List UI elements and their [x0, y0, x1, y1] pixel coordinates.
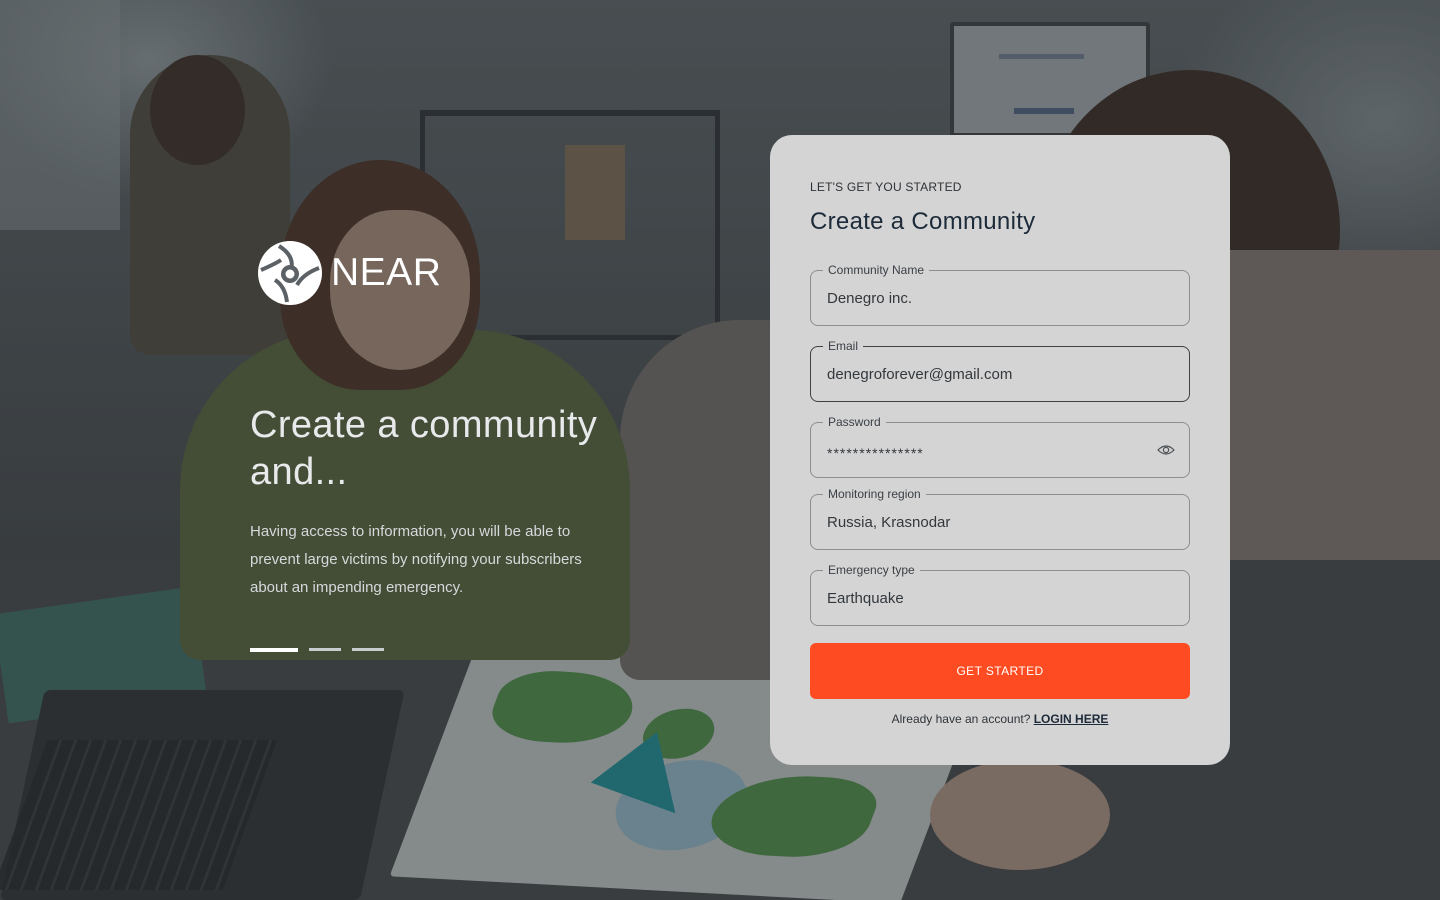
slide-dot-1[interactable] [250, 647, 298, 652]
community-name-label: Community Name [823, 262, 930, 278]
near-aperture-logo-icon [258, 241, 322, 305]
monitoring-region-value[interactable]: Russia, Krasnodar [827, 513, 950, 533]
community-name-value[interactable]: Denegro inc. [827, 289, 912, 309]
password-value[interactable]: *************** [827, 443, 924, 463]
email-field[interactable]: Email denegroforever@gmail.com [810, 338, 1190, 402]
email-value[interactable]: denegroforever@gmail.com [827, 365, 1012, 385]
login-link[interactable]: LOGIN HERE [1034, 712, 1109, 726]
signup-card: LET'S GET YOU STARTED Create a Community… [770, 135, 1230, 765]
community-name-field[interactable]: Community Name Denegro inc. [810, 262, 1190, 326]
hero-title: Create a community and... [250, 404, 598, 493]
slide-dot-3[interactable] [352, 648, 384, 651]
form-eyebrow: LET'S GET YOU STARTED [810, 180, 962, 194]
form-title: Create a Community [810, 208, 1036, 235]
get-started-button[interactable]: GET STARTED [810, 643, 1190, 699]
emergency-type-label: Emergency type [823, 562, 920, 578]
eye-icon[interactable] [1157, 443, 1175, 457]
emergency-type-value[interactable]: Earthquake [827, 589, 904, 609]
hero-description: Having access to information, you will b… [250, 523, 582, 596]
login-prompt-text: Already have an account? [891, 712, 1031, 726]
slide-indicator [250, 647, 384, 652]
brand-name: NEAR [331, 251, 442, 294]
password-label: Password [823, 414, 886, 430]
slide-dot-2[interactable] [309, 648, 341, 651]
monitoring-region-field[interactable]: Monitoring region Russia, Krasnodar [810, 486, 1190, 550]
password-field[interactable]: Password *************** [810, 414, 1190, 478]
login-prompt: Already have an account? LOGIN HERE [770, 712, 1230, 726]
brand-logo: NEAR [257, 240, 441, 306]
monitoring-region-label: Monitoring region [823, 486, 926, 502]
emergency-type-field[interactable]: Emergency type Earthquake [810, 562, 1190, 626]
email-label: Email [823, 338, 864, 354]
